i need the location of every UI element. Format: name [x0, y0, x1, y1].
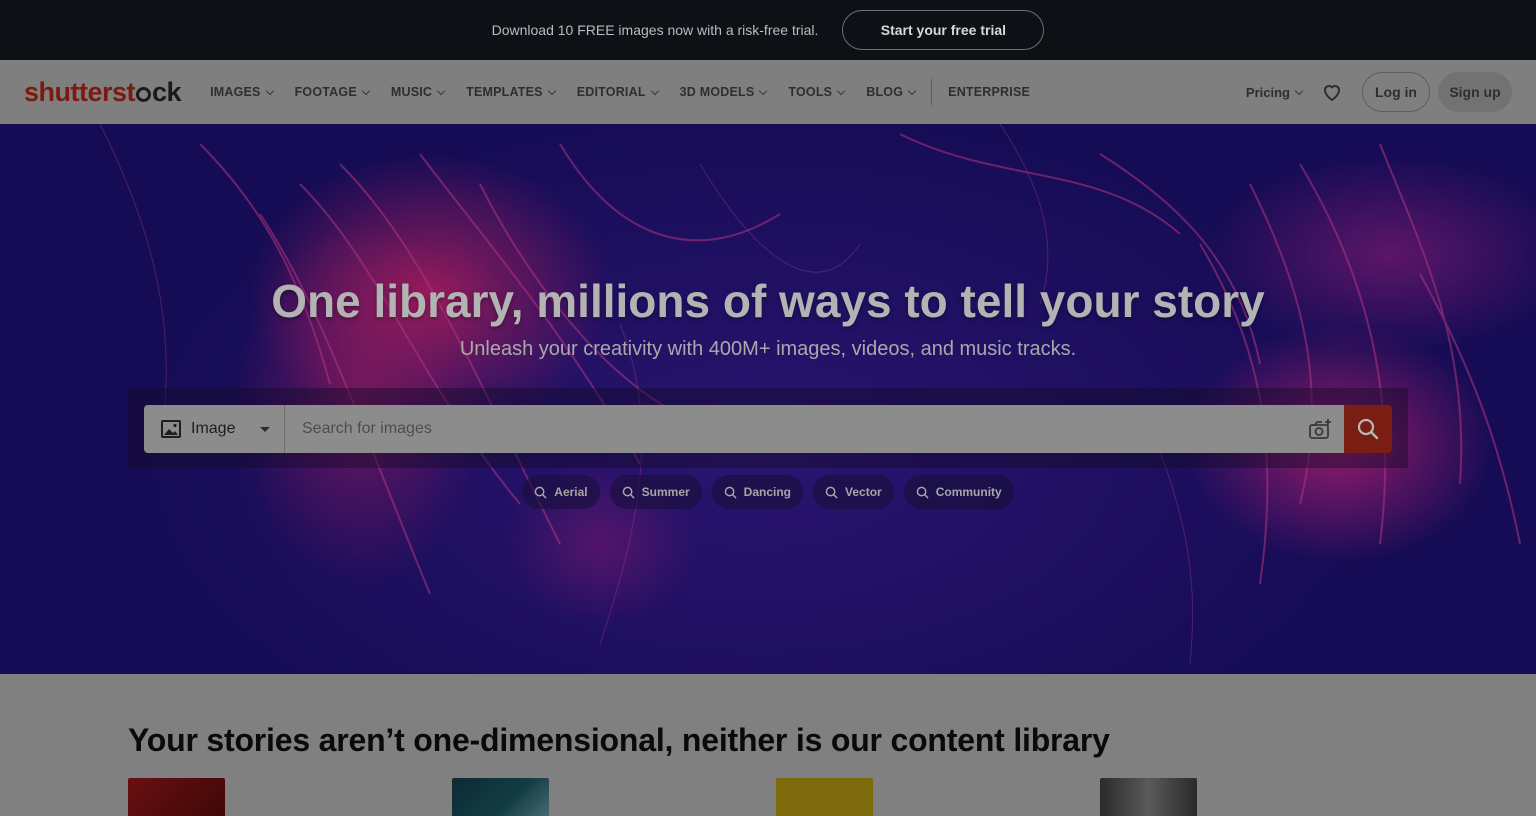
suggestion-chip-vector[interactable]: Vector	[813, 475, 894, 509]
chip-label: Dancing	[743, 485, 792, 499]
menu-item-label: FOOTAGE	[294, 85, 357, 99]
menu-item-label: ENTERPRISE	[948, 85, 1031, 99]
category-thumbnail-4[interactable]	[1100, 778, 1197, 816]
category-thumbnail-3[interactable]	[776, 778, 873, 816]
search-panel: Image	[128, 388, 1408, 468]
section-title: Your stories aren’t one-dimensional, nei…	[128, 722, 1110, 758]
category-menu: IMAGES FOOTAGE MUSIC TEMPLATES EDITORIAL…	[210, 60, 1052, 124]
hero-subtitle: Unleash your creativity with 400M+ image…	[459, 338, 1077, 360]
hero-banner: One library, millions of ways to tell yo…	[0, 124, 1536, 674]
menu-item-label: TOOLS	[788, 85, 833, 99]
search-bar: Image	[144, 405, 1392, 453]
category-thumbnail-1[interactable]	[128, 778, 225, 816]
media-type-select[interactable]: Image	[144, 405, 285, 453]
camera-plus-icon	[1309, 419, 1331, 439]
search-by-image-button[interactable]	[1296, 405, 1344, 453]
search-input[interactable]	[285, 405, 1296, 453]
menu-item-label: TEMPLATES	[466, 85, 543, 99]
chevron-down-icon	[436, 86, 446, 95]
chevron-down-icon	[1294, 86, 1304, 95]
chevron-down-icon	[547, 86, 556, 95]
category-thumbnail-2[interactable]	[452, 778, 549, 816]
menu-item-tools[interactable]: TOOLS	[788, 85, 846, 99]
menu-item-images[interactable]: IMAGES	[210, 85, 274, 99]
chip-label: Community	[935, 485, 1002, 499]
search-icon	[534, 486, 547, 499]
chevron-down-icon	[836, 86, 846, 95]
suggestion-chip-aerial[interactable]: Aerial	[522, 475, 600, 509]
menu-item-blog[interactable]: BLOG	[866, 85, 917, 99]
chip-label: Vector	[845, 485, 882, 499]
menu-item-label: IMAGES	[210, 85, 261, 99]
image-icon	[161, 420, 181, 438]
logo-text-start: shutterst	[24, 76, 136, 107]
menu-item-enterprise[interactable]: ENTERPRISE	[948, 85, 1030, 99]
menu-item-label: 3D MODELS	[679, 85, 755, 99]
search-icon	[724, 486, 737, 499]
media-type-label: Image	[191, 420, 236, 437]
main-nav: shutterst ck IMAGES FOOTAGE MUSIC TEMPLAT…	[0, 60, 1536, 124]
chip-label: Summer	[641, 485, 690, 499]
menu-item-label: MUSIC	[390, 85, 433, 99]
caret-down-icon	[260, 426, 270, 432]
menu-item-music[interactable]: MUSIC	[390, 85, 446, 99]
chevron-down-icon	[650, 86, 659, 95]
promo-bar: Download 10 FREE images now with a risk-…	[0, 0, 1536, 60]
heart-icon[interactable]	[1320, 80, 1344, 104]
menu-item-label: EDITORIAL	[576, 85, 646, 99]
logo-o-mark	[136, 86, 152, 102]
menu-item-templates[interactable]: TEMPLATES	[466, 85, 556, 99]
search-icon	[916, 486, 929, 499]
menu-item-editorial[interactable]: EDITORIAL	[576, 85, 659, 99]
search-submit-button[interactable]	[1344, 405, 1392, 453]
shutterstock-logo[interactable]: shutterst ck	[24, 76, 182, 108]
menu-item-3d-models[interactable]: 3D MODELS	[679, 85, 768, 99]
search-icon	[825, 486, 838, 499]
chevron-down-icon	[759, 86, 768, 95]
chevron-down-icon	[265, 86, 274, 95]
search-icon	[1357, 418, 1379, 440]
menu-item-footage[interactable]: FOOTAGE	[294, 85, 371, 99]
suggestion-chip-summer[interactable]: Summer	[609, 475, 702, 509]
logo-text-end: ck	[152, 76, 182, 107]
chip-label: Aerial	[554, 485, 588, 499]
search-icon	[622, 486, 635, 499]
chevron-down-icon	[361, 86, 371, 95]
suggestion-chip-dancing[interactable]: Dancing	[711, 475, 804, 509]
nav-actions: Pricing Log in Sign up	[1246, 72, 1512, 112]
suggested-searches: Aerial Summer Dancing Vector Community	[0, 475, 1536, 509]
chevron-down-icon	[907, 86, 917, 95]
login-button[interactable]: Log in	[1362, 72, 1430, 112]
pricing-label: Pricing	[1245, 84, 1290, 100]
pricing-menu[interactable]: Pricing	[1245, 84, 1304, 100]
suggestion-chip-community[interactable]: Community	[903, 475, 1014, 509]
hero-title: One library, millions of ways to tell yo…	[271, 275, 1265, 327]
menu-item-label: BLOG	[866, 85, 904, 99]
promo-text: Download 10 FREE images now with a risk-…	[491, 22, 819, 38]
content-library-section: Your stories aren’t one-dimensional, nei…	[0, 674, 1536, 816]
menu-divider	[931, 79, 933, 105]
start-free-trial-button[interactable]: Start your free trial	[842, 10, 1045, 50]
signup-button[interactable]: Sign up	[1438, 72, 1512, 112]
